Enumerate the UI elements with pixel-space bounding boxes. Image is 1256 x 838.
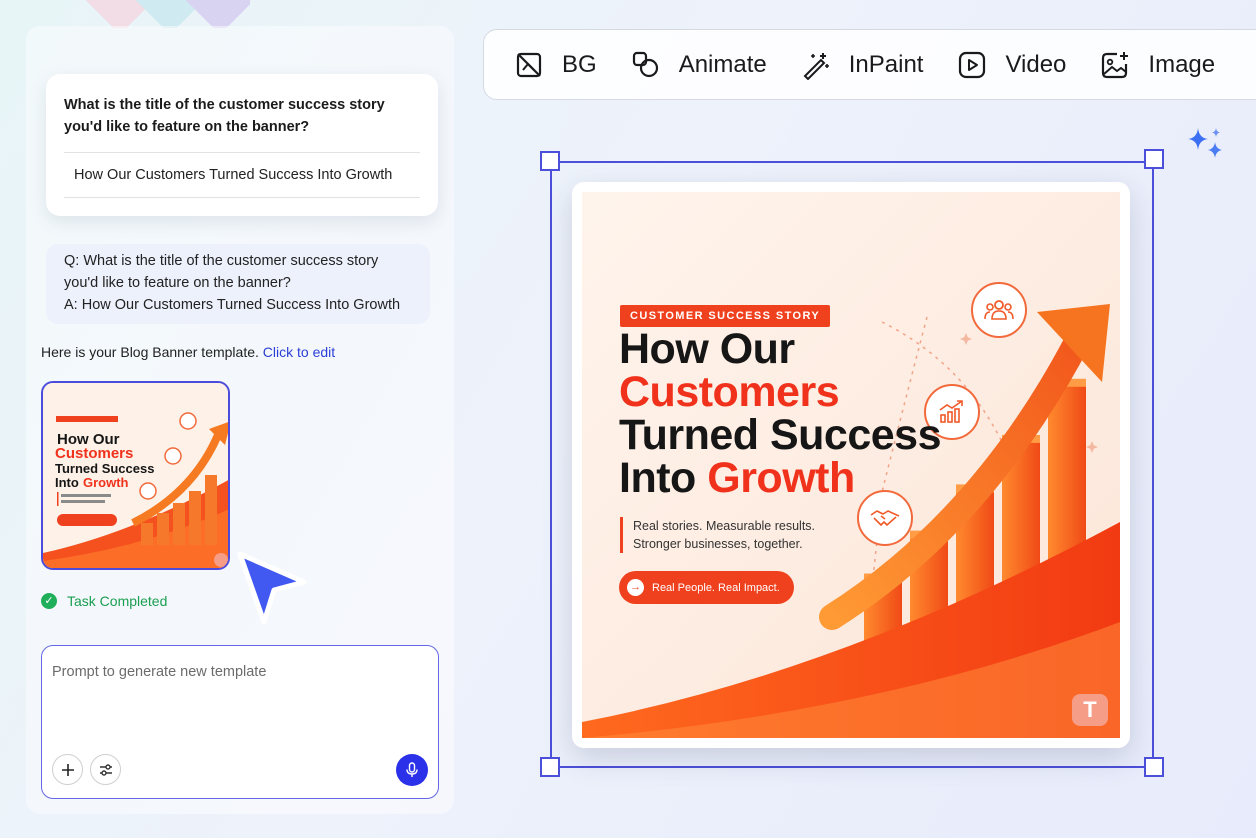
category-badge: CUSTOMER SUCCESS STORY [620, 305, 831, 327]
image-add-icon [1102, 51, 1129, 78]
magic-wand-icon [803, 52, 829, 80]
question-card: What is the title of the customer succes… [46, 74, 438, 216]
check-circle-icon: ✓ [41, 593, 57, 609]
banner-cta-pill: → Real People. Real Impact. [619, 571, 794, 604]
video-tool-label: Video [1005, 50, 1067, 78]
team-icon [984, 300, 1014, 320]
animate-tool-label: Animate [678, 50, 767, 78]
image-tool-button[interactable]: Image [1100, 50, 1215, 80]
video-tool-button[interactable]: Video [957, 50, 1066, 80]
inpaint-tool-label: InPaint [848, 50, 924, 78]
qa-answer: A: How Our Customers Turned Success Into… [64, 297, 401, 313]
animate-icon [632, 51, 658, 77]
svg-text:Customers: Customers [55, 445, 133, 462]
template-intro-text: Here is your Blog Banner template. [41, 344, 259, 360]
subtext-line-1: Real stories. Measurable results. [633, 519, 816, 533]
bg-tool-label: BG [562, 50, 597, 78]
resize-handle-top-left[interactable] [540, 151, 560, 171]
banner-headline: How Our Customers Turned Success Into Gr… [619, 325, 942, 500]
headline-line-1: How Our [619, 325, 795, 373]
resize-handle-bottom-left[interactable] [540, 757, 560, 777]
subtext-line-2: Stronger businesses, together. [633, 537, 803, 551]
plus-icon [61, 763, 74, 776]
microphone-button[interactable] [396, 754, 428, 786]
qa-summary-bubble: Q: What is the title of the customer suc… [46, 244, 430, 324]
qa-question: Q: What is the title of the customer suc… [64, 253, 379, 291]
headline-into: Into [619, 454, 708, 502]
template-message: Here is your Blog Banner template. Click… [41, 344, 335, 360]
prompt-box [41, 645, 439, 799]
arrow-right-icon: → [627, 579, 644, 596]
add-button[interactable] [52, 754, 83, 785]
animate-tool-button[interactable]: Animate [631, 50, 767, 80]
click-to-edit-link[interactable]: Click to edit [263, 344, 335, 360]
video-play-icon [959, 51, 986, 78]
decorative-shape [80, 0, 250, 28]
svg-text:Turned Success: Turned Success [55, 461, 154, 476]
remove-background-icon [516, 52, 542, 77]
question-text: What is the title of the customer succes… [64, 97, 385, 135]
banner-canvas[interactable]: CUSTOMER SUCCESS STORY How Our Customers… [572, 182, 1130, 748]
sliders-icon [99, 763, 112, 776]
cursor-pointer-icon [237, 551, 307, 625]
inpaint-tool-button[interactable]: InPaint [801, 50, 924, 80]
editor-toolbar: BG Animate InPaint Video Image [483, 29, 1256, 100]
headline-growth: Growth [707, 454, 855, 502]
settings-button[interactable] [90, 754, 121, 785]
headline-line-2: Customers [619, 368, 840, 416]
handshake-icon [870, 510, 900, 526]
prompt-input[interactable] [52, 664, 428, 734]
image-tool-label: Image [1148, 50, 1216, 78]
banner-subtext: Real stories. Measurable results. Strong… [620, 517, 815, 553]
blog-banner: CUSTOMER SUCCESS STORY How Our Customers… [582, 192, 1120, 738]
team-icon-circle [971, 282, 1027, 338]
headline-line-3: Turned Success [619, 411, 942, 459]
cta-label: Real People. Real Impact. [652, 581, 780, 594]
headline-line-4: Into Growth [619, 457, 941, 500]
svg-text:Into: Into [55, 475, 79, 490]
bg-tool-button[interactable]: BG [514, 50, 597, 80]
microphone-icon [406, 762, 418, 777]
thumbnail-art: How Our Customers Turned Success Into Gr… [43, 383, 228, 568]
answer-option[interactable]: How Our Customers Turned Success Into Gr… [64, 152, 420, 198]
growth-chart-icon [939, 400, 963, 423]
resize-handle-top-right[interactable] [1144, 149, 1164, 169]
template-thumbnail[interactable]: How Our Customers Turned Success Into Gr… [41, 381, 230, 570]
resize-handle-bottom-right[interactable] [1144, 757, 1164, 777]
ai-sparkle-icon [1188, 128, 1222, 158]
brand-logo: T [1072, 694, 1108, 726]
task-status: ✓ Task Completed [41, 593, 167, 609]
task-completed-label: Task Completed [67, 593, 168, 609]
svg-text:Growth: Growth [83, 475, 129, 490]
